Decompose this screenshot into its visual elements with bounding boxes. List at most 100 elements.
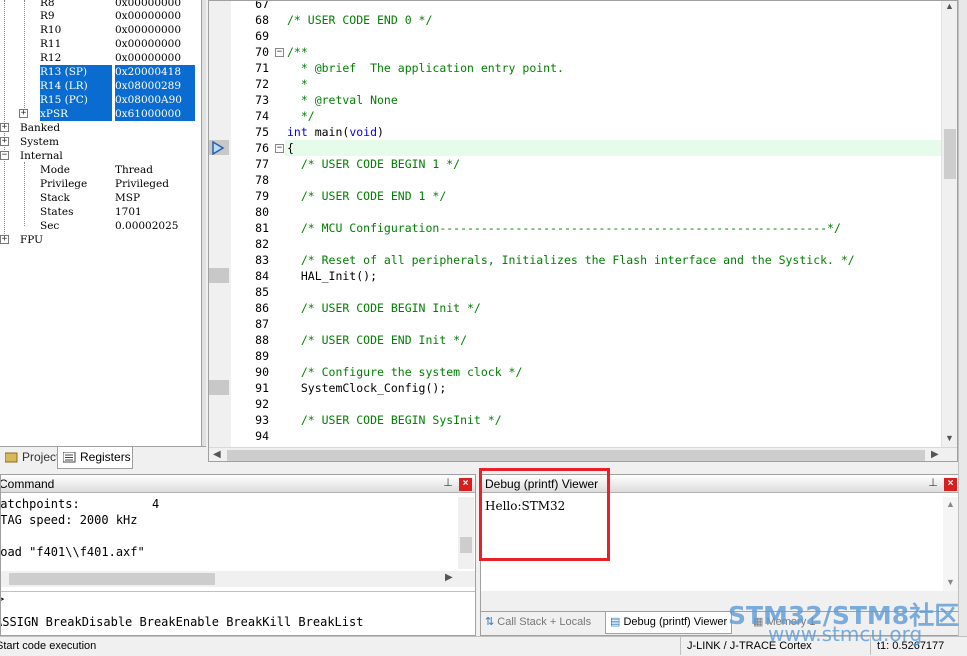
- expand-xpsr-icon[interactable]: +: [19, 109, 28, 118]
- tab-debug-printf-viewer[interactable]: ▤ Debug (printf) Viewer: [605, 612, 733, 634]
- code-editor[interactable]: 67 68 /* USER CODE END 0 */ 69 70 /** 71 * @br…: [208, 0, 958, 462]
- hscroll-thumb[interactable]: [9, 573, 215, 585]
- code-line[interactable]: *: [287, 76, 308, 92]
- right-edge-panel: [958, 0, 967, 636]
- command-vertical-scrollbar[interactable]: [458, 497, 474, 569]
- command-input[interactable]: >: [1, 591, 475, 609]
- hscroll-thumb[interactable]: [227, 450, 925, 461]
- register-row-r15[interactable]: R15 (PC) 0x08000A90: [0, 93, 200, 107]
- group-system[interactable]: System: [0, 135, 200, 149]
- command-horizontal-scrollbar[interactable]: ▶: [1, 571, 475, 587]
- editor-horizontal-scrollbar[interactable]: ◀ ▶: [209, 447, 957, 461]
- group-fpu[interactable]: FPU: [0, 233, 200, 247]
- current-line-highlight: [285, 140, 941, 156]
- code-line[interactable]: /* USER CODE END Init */: [287, 332, 467, 348]
- code-line[interactable]: /* Reset of all peripherals, Initializes…: [287, 252, 855, 268]
- internal-row-stack[interactable]: Stack MSP: [0, 191, 200, 205]
- line-number: 71: [255, 61, 269, 75]
- internal-row-privilege[interactable]: Privilege Privileged: [0, 177, 200, 191]
- watermark-url: www.stmcu.org: [768, 622, 923, 646]
- collapse-internal-icon[interactable]: −: [0, 151, 9, 160]
- line-number: 69: [255, 29, 269, 43]
- group-internal[interactable]: Internal: [0, 149, 200, 163]
- line-number: 68: [255, 13, 269, 27]
- expand-fpu-icon[interactable]: +: [0, 235, 9, 244]
- line-number: 88: [255, 333, 269, 347]
- tab-call-stack-locals[interactable]: ⇅ Call Stack + Locals: [485, 615, 591, 628]
- registers-scrollbar[interactable]: [202, 0, 206, 446]
- tab-registers[interactable]: Registers: [57, 447, 133, 469]
- internal-row-states[interactable]: States 1701: [0, 205, 200, 219]
- expand-banked-icon[interactable]: +: [0, 123, 9, 132]
- tab-debug-label: Debug (printf) Viewer: [623, 616, 728, 628]
- group-banked[interactable]: Banked: [0, 121, 200, 135]
- code-line[interactable]: /* USER CODE BEGIN SysInit */: [287, 412, 502, 428]
- scroll-thumb[interactable]: [460, 537, 472, 553]
- code-line[interactable]: /* USER CODE BEGIN 1 */: [287, 156, 460, 172]
- line-number: 72: [255, 77, 269, 91]
- code-line[interactable]: */: [287, 108, 315, 124]
- highlight-annotation-box: [479, 468, 610, 561]
- code-line[interactable]: /* USER CODE END 1 */: [287, 188, 446, 204]
- code-line[interactable]: HAL_Init();: [287, 268, 377, 284]
- line-number: 94: [255, 429, 269, 443]
- line-number: 70: [255, 45, 269, 59]
- pin-icon[interactable]: ⊥: [927, 476, 939, 490]
- internal-row-mode[interactable]: Mode Thread: [0, 163, 200, 177]
- scroll-left-icon[interactable]: ◀: [213, 449, 221, 460]
- register-row-r14[interactable]: R14 (LR) 0x08000289: [0, 79, 200, 93]
- code-line[interactable]: /* USER CODE END 0 */: [287, 12, 432, 28]
- code-line[interactable]: /* USER CODE BEGIN Init */: [287, 300, 481, 316]
- register-row-r12[interactable]: R12 0x00000000: [0, 51, 200, 65]
- code-line[interactable]: int main(void): [287, 124, 384, 140]
- line-number: 85: [255, 285, 269, 299]
- scroll-thumb[interactable]: [944, 129, 956, 179]
- code-line[interactable]: /* MCU Configuration--------------------…: [287, 220, 841, 236]
- register-row-r11[interactable]: R11 0x00000000: [0, 37, 200, 51]
- internal-row-sec[interactable]: Sec 0.00002025: [0, 219, 200, 233]
- line-number: 67: [255, 0, 269, 11]
- scroll-down-icon[interactable]: ▼: [946, 577, 955, 587]
- register-row-xpsr[interactable]: xPSR 0x61000000: [0, 107, 200, 121]
- line-number: 80: [255, 205, 269, 219]
- left-panel-tabs: Project Registers: [0, 446, 206, 469]
- close-command-icon[interactable]: ×: [459, 478, 472, 491]
- line-number: 83: [255, 253, 269, 267]
- code-line[interactable]: /* Configure the system clock */: [287, 364, 523, 380]
- code-line[interactable]: * @retval None: [287, 92, 398, 108]
- command-output-line: Watchpoints: 4: [0, 497, 160, 511]
- code-line[interactable]: * @brief The application entry point.: [287, 60, 564, 76]
- command-panel[interactable]: Command ⊥ × Watchpoints: 4 JTAG speed: 2…: [0, 474, 476, 636]
- expand-system-icon[interactable]: +: [0, 137, 9, 146]
- tab-project[interactable]: Project: [0, 447, 60, 469]
- register-row-r9[interactable]: R9 0x00000000: [0, 9, 200, 23]
- scroll-up-icon[interactable]: ▲: [945, 1, 954, 11]
- fold-main-icon[interactable]: −: [275, 144, 284, 153]
- fold-comment-icon[interactable]: −: [275, 48, 284, 57]
- close-debug-viewer-icon[interactable]: ×: [944, 478, 957, 491]
- line-number: 73: [255, 93, 269, 107]
- scroll-up-icon[interactable]: ▲: [946, 499, 955, 509]
- code-line[interactable]: SystemClock_Config();: [287, 380, 446, 396]
- register-row-r13[interactable]: R13 (SP) 0x20000418: [0, 65, 200, 79]
- pin-icon[interactable]: ⊥: [442, 476, 454, 490]
- editor-vertical-scrollbar[interactable]: ▲ ▼: [941, 1, 957, 447]
- registers-panel[interactable]: R8 0x00000000 R9 0x00000000 R10 0x00000000 …: [0, 0, 202, 446]
- debug-vertical-scrollbar[interactable]: ▲ ▼: [943, 497, 959, 591]
- line-number: 92: [255, 397, 269, 411]
- line-number: 76: [255, 141, 269, 155]
- executable-line-marker[interactable]: [209, 268, 229, 283]
- tab-registers-label: Registers: [80, 450, 131, 464]
- register-row-r10[interactable]: R10 0x00000000: [0, 23, 200, 37]
- command-hints: ASSIGN BreakDisable BreakEnable BreakKil…: [0, 615, 364, 629]
- scroll-right-icon[interactable]: ▶: [931, 449, 939, 460]
- executable-line-marker[interactable]: [209, 380, 229, 395]
- scroll-right-icon[interactable]: ▶: [445, 572, 453, 583]
- scroll-down-icon[interactable]: ▼: [945, 433, 954, 443]
- line-number: 89: [255, 349, 269, 363]
- line-number: 78: [255, 173, 269, 187]
- code-line[interactable]: /**: [287, 44, 308, 60]
- line-number: 86: [255, 301, 269, 315]
- code-line[interactable]: {: [287, 140, 294, 156]
- tab-project-label: Project: [22, 450, 60, 464]
